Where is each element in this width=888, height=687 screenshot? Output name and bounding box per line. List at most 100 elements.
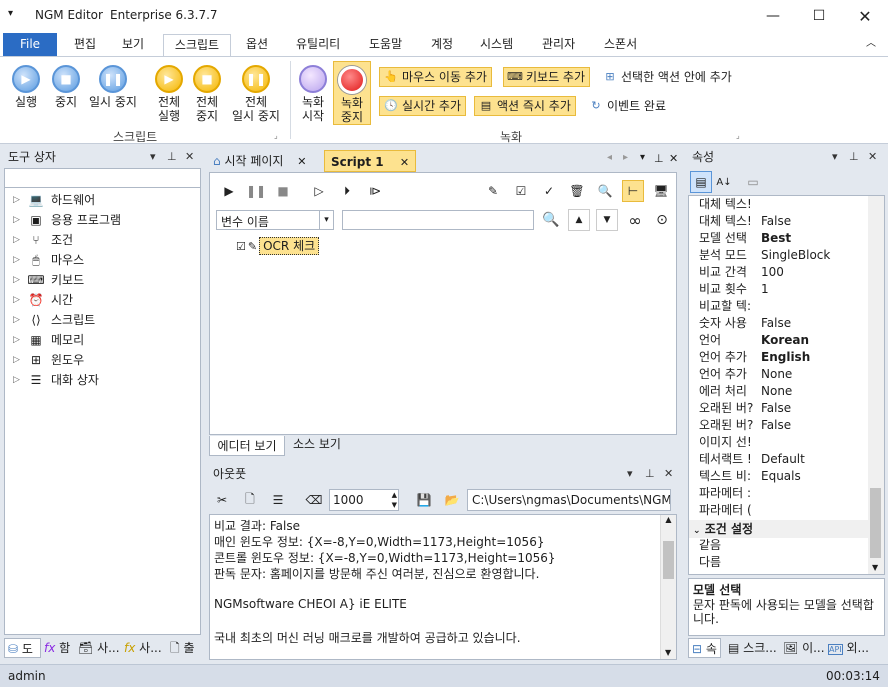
tab-source-view[interactable]: 소스 보기 bbox=[287, 434, 347, 454]
dropdown-icon[interactable]: ▾ bbox=[150, 146, 156, 168]
scroll-down-icon[interactable]: ▼ bbox=[665, 648, 671, 657]
add-action-now-button[interactable]: ▤ 액션 즉시 추가 bbox=[474, 96, 576, 116]
property-row[interactable]: 대체 텍스! bbox=[699, 196, 869, 213]
script-canvas[interactable]: ☑ ✎ OCR 체크 bbox=[209, 234, 677, 435]
wrap-icon[interactable]: ☰ bbox=[267, 489, 289, 511]
pause-icon[interactable]: ❚❚ bbox=[245, 180, 267, 202]
dialog-launcher-icon[interactable]: ⌟ bbox=[274, 131, 278, 140]
stop-icon[interactable]: ■ bbox=[272, 180, 294, 202]
tab-help[interactable]: 도움말 bbox=[365, 34, 406, 56]
tree-item-time[interactable]: ▷ ⏰ 시간 bbox=[13, 290, 73, 310]
tab-edit[interactable]: 편집 bbox=[70, 34, 100, 56]
sort-alpha-icon[interactable]: A↓ bbox=[713, 171, 735, 193]
settings-page-icon[interactable]: 🗋 bbox=[239, 489, 261, 511]
scroll-thumb[interactable] bbox=[663, 541, 674, 579]
infinity-icon[interactable]: ∞ bbox=[624, 209, 646, 231]
property-pages-icon[interactable]: ▭ bbox=[742, 171, 764, 193]
tree-item-condition[interactable]: ▷ ⑂ 조건 bbox=[13, 230, 73, 250]
tab-user[interactable]: 🗃 사... bbox=[76, 638, 122, 658]
dropdown-icon[interactable]: ▾ bbox=[832, 146, 838, 168]
categorized-icon[interactable]: ▤ bbox=[690, 171, 712, 193]
monitor-icon[interactable]: 🖥 bbox=[650, 180, 672, 202]
pin-icon[interactable]: ⊥ bbox=[849, 146, 859, 168]
add-keyboard-button[interactable]: ⌨ 키보드 추가 bbox=[503, 67, 591, 87]
step-over-icon[interactable]: ⧐ bbox=[364, 180, 386, 202]
minimize-icon[interactable]: — bbox=[750, 0, 796, 32]
tree-item-memory[interactable]: ▷ ▦ 메모리 bbox=[13, 330, 84, 350]
property-row[interactable]: 언어 추가 English bbox=[699, 349, 869, 366]
record-stop-button[interactable]: 녹화 중지 bbox=[333, 61, 371, 125]
step-icon[interactable]: ▷ bbox=[308, 180, 330, 202]
property-row[interactable]: 대체 텍스! False bbox=[699, 213, 869, 230]
property-row[interactable]: 텍스트 비: Equals bbox=[699, 468, 869, 485]
dialog-launcher-icon[interactable]: ⌟ bbox=[736, 131, 740, 140]
system-menu-icon[interactable]: ▾ bbox=[8, 8, 13, 19]
search-icon[interactable]: 🔍 bbox=[594, 180, 616, 202]
pin-icon[interactable]: ⊥ bbox=[645, 463, 655, 485]
scroll-thumb[interactable] bbox=[870, 488, 881, 558]
scroll-up-icon[interactable]: ▲ bbox=[661, 515, 676, 524]
tab-properties[interactable]: ⊟ 속 bbox=[688, 638, 721, 658]
output-path-input[interactable]: C:\Users\ngmas\Documents\NGM6\ bbox=[467, 489, 671, 511]
tab-system[interactable]: 시스템 bbox=[476, 34, 517, 56]
close-icon[interactable]: ✕ bbox=[669, 152, 678, 165]
property-row[interactable]: 파라메터 : bbox=[699, 485, 869, 502]
dropdown-icon[interactable]: ▾ bbox=[627, 463, 633, 485]
tree-item-script[interactable]: ▷ ⟨⟩ 스크립트 bbox=[13, 310, 95, 330]
property-section[interactable]: ⌄ 조건 설정 bbox=[689, 520, 869, 538]
tab-options[interactable]: 옵션 bbox=[242, 34, 272, 56]
property-row[interactable]: 분석 모드 SingleBlock bbox=[699, 247, 869, 264]
edit-icon[interactable]: ✎ bbox=[482, 180, 504, 202]
property-row[interactable]: 파라메터 ( bbox=[699, 502, 869, 519]
tab-file[interactable]: File bbox=[3, 33, 57, 56]
close-icon[interactable]: ✕ bbox=[400, 156, 409, 169]
tree-item-keyboard[interactable]: ▷ ⌨ 키보드 bbox=[13, 270, 84, 290]
tab-view[interactable]: 보기 bbox=[118, 34, 148, 56]
tree-item-hardware[interactable]: ▷ 💻 하드웨어 bbox=[13, 190, 95, 210]
play-icon[interactable]: ▶ bbox=[218, 180, 240, 202]
maximize-icon[interactable]: ☐ bbox=[796, 0, 842, 32]
add-realtime-button[interactable]: 🕓 실시간 추가 bbox=[379, 96, 467, 116]
close-icon[interactable]: ✕ bbox=[297, 155, 306, 168]
stop-all-button[interactable]: ■ 전체 중지 bbox=[190, 65, 224, 123]
search-input[interactable] bbox=[342, 210, 534, 230]
property-row[interactable]: 오래된 버? False bbox=[699, 400, 869, 417]
property-scrollbar[interactable]: ▼ bbox=[868, 196, 884, 574]
check-all-icon[interactable]: ☑ bbox=[510, 180, 532, 202]
tab-external[interactable]: API 외... bbox=[826, 638, 871, 658]
property-row[interactable]: 오래된 버? False bbox=[699, 417, 869, 434]
pause-button[interactable]: ❚❚ 일시 중지 bbox=[86, 65, 140, 109]
tree-item-dialog[interactable]: ▷ ☰ 대화 상자 bbox=[13, 370, 99, 390]
stop-button[interactable]: ■ 중지 bbox=[50, 65, 82, 109]
chevron-down-icon[interactable]: ▾ bbox=[319, 211, 333, 229]
property-row[interactable]: 비교할 텍: bbox=[699, 298, 869, 315]
add-in-selected-button[interactable]: ⊞ 선택한 액션 안에 추가 bbox=[599, 67, 736, 87]
toolbox-search-input[interactable] bbox=[4, 168, 201, 188]
tab-script-list[interactable]: ▤ 스크... bbox=[726, 638, 779, 658]
tab-image[interactable]: 🖼 이... bbox=[781, 638, 827, 658]
output-scrollbar[interactable]: ▲ ▼ bbox=[660, 515, 676, 659]
tree-item-window[interactable]: ▷ ⊞ 윈도우 bbox=[13, 350, 84, 370]
close-icon[interactable]: ✕ bbox=[842, 0, 888, 32]
step-into-icon[interactable]: ⏵ bbox=[336, 180, 358, 202]
save-icon[interactable]: 💾 bbox=[413, 489, 435, 511]
property-row[interactable]: 다름 bbox=[699, 554, 869, 571]
property-row[interactable]: 언어 Korean bbox=[699, 332, 869, 349]
tab-editor-view[interactable]: 에디터 보기 bbox=[209, 436, 285, 456]
check-icon[interactable]: ✓ bbox=[538, 180, 560, 202]
arrow-up-icon[interactable]: ▲ bbox=[568, 209, 590, 231]
scroll-down-icon[interactable]: ▼ bbox=[872, 563, 878, 572]
run-button[interactable]: ▶ 실행 bbox=[10, 65, 42, 109]
folder-icon[interactable]: 📂 bbox=[441, 489, 463, 511]
script-node[interactable]: ☑ ✎ OCR 체크 bbox=[236, 237, 320, 255]
pause-all-button[interactable]: ❚❚ 전체 일시 중지 bbox=[228, 65, 284, 123]
dropdown-icon[interactable]: ▾ bbox=[640, 152, 645, 163]
clear-tool-icon[interactable]: ✂ bbox=[211, 489, 233, 511]
property-row[interactable]: 언어 추가 None bbox=[699, 366, 869, 383]
pin-icon[interactable]: ⊥ bbox=[654, 152, 664, 165]
tab-utility[interactable]: 유틸리티 bbox=[292, 34, 344, 56]
close-icon[interactable]: ✕ bbox=[185, 146, 194, 168]
close-icon[interactable]: ✕ bbox=[868, 146, 877, 168]
tree-item-application[interactable]: ▷ ▣ 응용 프로그램 bbox=[13, 210, 121, 230]
arrow-down-icon[interactable]: ▼ bbox=[596, 209, 618, 231]
